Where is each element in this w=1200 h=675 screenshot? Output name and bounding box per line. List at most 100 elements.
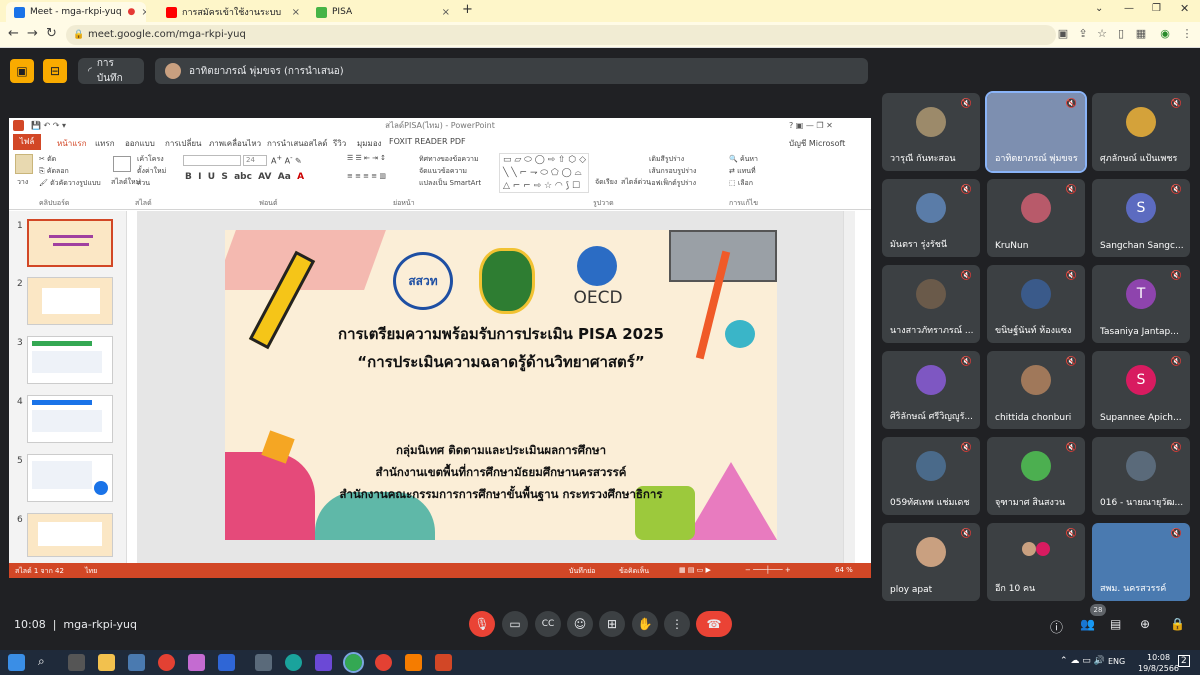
- cut-button[interactable]: ✂ ตัด: [39, 154, 56, 165]
- section-button[interactable]: ส่วน: [137, 178, 150, 189]
- ribbon-tab-slideshow[interactable]: การนำเสนอสไลด์: [267, 137, 328, 150]
- task-view-icon[interactable]: [68, 654, 85, 671]
- account-label[interactable]: บัญชี Microsoft: [789, 137, 845, 150]
- recording-button[interactable]: ◜ การบันทึก: [78, 58, 144, 84]
- profile-icon[interactable]: ◉: [1158, 27, 1172, 41]
- participant-tile[interactable]: 🔇 ศุภลักษณ์ แป้นเพชร: [1092, 93, 1190, 171]
- host-controls-icon[interactable]: 🔒: [1170, 617, 1185, 631]
- system-tray-icons[interactable]: ⌃ ☁ ▭ 🔊: [1060, 656, 1105, 666]
- participant-tile[interactable]: S 🔇 Supannee Apich...: [1092, 351, 1190, 429]
- select-button[interactable]: ⬚ เลือก: [729, 178, 753, 189]
- tab-pisa-style[interactable]: การสมัครเข้าใช้งานระบบ PISA STYLE ×: [158, 2, 308, 22]
- ribbon-tab-home[interactable]: หน้าแรก: [57, 137, 87, 151]
- chrome-2-icon[interactable]: [375, 654, 392, 671]
- foxit-icon[interactable]: [405, 654, 422, 671]
- sidebar-icon[interactable]: ▯: [1114, 27, 1128, 41]
- minimize-icon[interactable]: —: [1124, 3, 1134, 14]
- ribbon-tab-review[interactable]: รีวิว: [333, 137, 346, 150]
- thumbnail-slide-3[interactable]: [27, 336, 113, 384]
- participant-tile[interactable]: 🔇 ศิริลักษณ์ ศรีวิญญูรั...: [882, 351, 980, 429]
- arrange-button[interactable]: จัดเรียง: [595, 177, 617, 188]
- thumbnail-slide-4[interactable]: [27, 395, 113, 443]
- shape-outline-button[interactable]: เส้นกรอบรูปร่าง: [649, 166, 696, 177]
- zoom-level[interactable]: 64 %: [835, 566, 853, 574]
- camera-icon[interactable]: ▣: [1056, 27, 1070, 41]
- window-controls[interactable]: ? ▣ — ❐ ✕: [789, 118, 833, 134]
- windows-start-icon[interactable]: [8, 654, 25, 671]
- thumbnail-slide-1[interactable]: [27, 219, 113, 267]
- raise-hand-icon[interactable]: ✋: [632, 611, 658, 637]
- paste-label[interactable]: วาง: [17, 177, 28, 188]
- app-icon-1[interactable]: [188, 654, 205, 671]
- paste-icon[interactable]: [15, 154, 33, 174]
- participant-tile[interactable]: S 🔇 Sangchan Sangc...: [1092, 179, 1190, 257]
- ribbon-tab-foxit[interactable]: FOXIT READER PDF: [389, 137, 466, 146]
- file-tab[interactable]: ไฟล์: [13, 134, 41, 150]
- participant-tile[interactable]: 🔇 วารุณี กันทะสอน: [882, 93, 980, 171]
- clock[interactable]: 10:08 19/8/2566: [1138, 652, 1179, 674]
- new-slide-label[interactable]: สไลด์ใหม่: [111, 177, 140, 188]
- participant-tile[interactable]: 🔇 อาทิตยาภรณ์ พุ่มขจร: [985, 91, 1087, 173]
- close-tab-icon[interactable]: ×: [436, 7, 450, 18]
- captions-icon[interactable]: CC: [535, 611, 561, 637]
- font-format-icons[interactable]: B I U S abc AV Aa A: [185, 172, 304, 182]
- participant-tile[interactable]: T 🔇 Tasaniya Jantap...: [1092, 265, 1190, 343]
- more-options-icon[interactable]: ⋮: [664, 611, 690, 637]
- participant-tile[interactable]: 🔇 มันตรา รุ่งรัชนี: [882, 179, 980, 257]
- ribbon-tab-animations[interactable]: ภาพเคลื่อนไหว: [209, 137, 261, 150]
- language-indicator[interactable]: ENG: [1108, 657, 1125, 666]
- participant-tile[interactable]: 🔇 อีก 10 คน: [987, 523, 1085, 601]
- close-window-icon[interactable]: ✕: [1180, 2, 1189, 15]
- url-input[interactable]: 🔒 meet.google.com/mga-rkpi-yuq: [66, 25, 1056, 45]
- tab-pisa[interactable]: PISA ×: [308, 2, 458, 22]
- participant-tile[interactable]: 🔇 016 - นายณายุวัฒ...: [1092, 437, 1190, 515]
- participant-tile[interactable]: 🔇 ploy apat: [882, 523, 980, 601]
- people-icon[interactable]: 👥: [1080, 617, 1095, 631]
- search-icon[interactable]: ⌕: [38, 654, 45, 669]
- quick-access-icons[interactable]: 💾 ↶ ↷ ▾: [31, 118, 66, 134]
- shape-effects-button[interactable]: เอฟเฟ็กต์รูปร่าง: [649, 178, 696, 189]
- copy-button[interactable]: ⎘ คัดลอก: [39, 166, 69, 177]
- stop-presenting-icon[interactable]: ▣: [10, 59, 34, 83]
- menu-icon[interactable]: ⋮: [1180, 27, 1194, 41]
- store-icon[interactable]: [128, 654, 145, 671]
- activities-icon[interactable]: ⊕: [1140, 617, 1150, 631]
- app-icon-2[interactable]: [218, 654, 235, 671]
- share-icon[interactable]: ⇪: [1076, 27, 1090, 41]
- shape-fill-button[interactable]: เติมสีรูปร่าง: [649, 154, 684, 165]
- ribbon-tab-insert[interactable]: แทรก: [95, 137, 115, 150]
- reload-icon[interactable]: ↻: [46, 26, 57, 41]
- powerpoint-icon[interactable]: [435, 654, 452, 671]
- tab-meet[interactable]: Meet - mga-rkpi-yuq ● ×: [6, 2, 146, 22]
- shapes-gallery[interactable]: ▭ ▱ ⬭ ◯ ⇨ ⇧ ⬡ ◇ ╲ ╲ ⌐ ⇁ ⬭ ⬠ ◯ ⌓ △ ⌐ ⌐ ⇨ ☆ …: [499, 153, 589, 193]
- close-tab-icon[interactable]: ×: [135, 7, 146, 18]
- maximize-icon[interactable]: ❐: [1152, 3, 1161, 14]
- chat-icon[interactable]: ▤: [1110, 617, 1121, 631]
- font-grow-icon[interactable]: A+ A- ✎: [271, 154, 302, 166]
- align-text-button[interactable]: จัดแนวข้อความ: [419, 166, 467, 177]
- participant-tile[interactable]: 🔇 สพม. นครสวรรค์: [1092, 523, 1190, 601]
- new-tab-button[interactable]: +: [462, 2, 473, 17]
- participant-tile[interactable]: 🔇 จุฑามาศ สินสงวน: [987, 437, 1085, 515]
- reset-button[interactable]: ตั้งค่าใหม่: [137, 166, 166, 177]
- font-name-box[interactable]: [183, 155, 241, 166]
- chrome-icon[interactable]: [158, 654, 175, 671]
- notification-icon[interactable]: 2: [1178, 655, 1190, 667]
- mail-icon[interactable]: [255, 654, 272, 671]
- view-buttons[interactable]: ▦ ▤ ▭ ▶: [679, 566, 711, 574]
- forward-icon[interactable]: →: [27, 26, 38, 41]
- presentation-icon[interactable]: ⊟: [43, 59, 67, 83]
- participant-tile[interactable]: 🔇 นางสาวภัทราภรณ์ ...: [882, 265, 980, 343]
- participant-tile[interactable]: 🔇 KruNun: [987, 179, 1085, 257]
- ribbon-tab-view[interactable]: มุมมอง: [357, 137, 382, 150]
- file-explorer-icon[interactable]: [98, 654, 115, 671]
- font-size-box[interactable]: 24: [243, 155, 267, 166]
- comments-button[interactable]: ข้อคิดเห็น: [619, 566, 649, 577]
- camera-off-icon[interactable]: ▭: [502, 611, 528, 637]
- tab-search-icon[interactable]: ⌄: [1095, 3, 1103, 14]
- thumbnail-slide-5[interactable]: [27, 454, 113, 502]
- layout-button[interactable]: เค้าโครง: [137, 154, 164, 165]
- participant-tile[interactable]: 🔇 059ทัศเทพ แช่มเดช: [882, 437, 980, 515]
- smartart-button[interactable]: แปลงเป็น SmartArt: [419, 178, 481, 189]
- thumbnail-slide-2[interactable]: [27, 277, 113, 325]
